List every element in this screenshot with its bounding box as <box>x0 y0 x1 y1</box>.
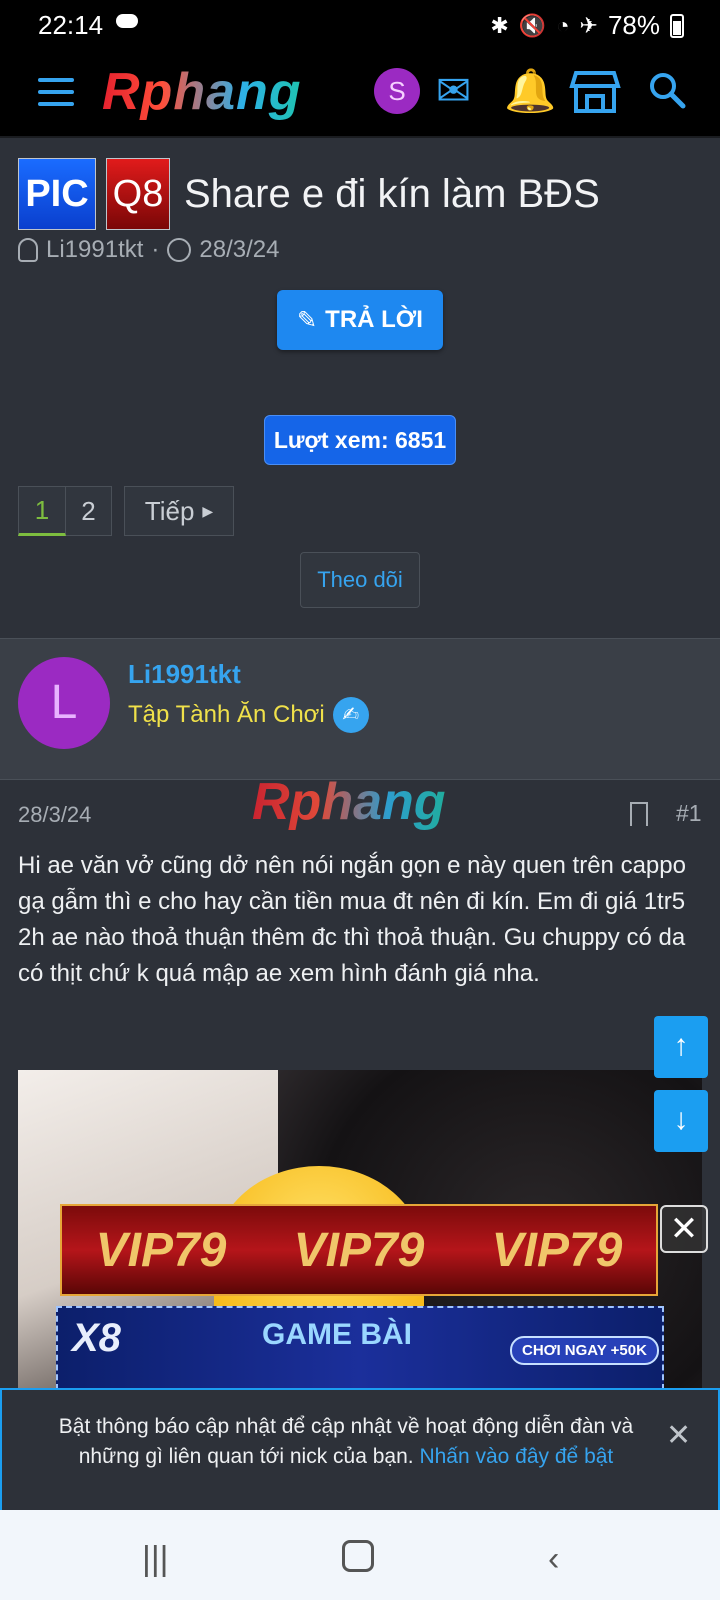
user-title-row: Tập Tành Ăn Chơi ✍ <box>128 697 369 733</box>
user-avatar[interactable]: L <box>18 657 110 749</box>
status-bar: 22:14 ✱ 🔇 ◔ ✈ 78% <box>0 0 720 52</box>
ad-cta: CHƠI NGAY +50K <box>510 1336 659 1365</box>
prefix-q8[interactable]: Q8 <box>106 158 170 230</box>
bookmark-icon[interactable] <box>630 802 648 826</box>
ad-banner-x8[interactable]: X8 GAME BÀI CHƠI NGAY +50K <box>56 1306 664 1390</box>
back-icon[interactable]: ‹ <box>548 1540 559 1579</box>
battery-icon <box>670 13 684 38</box>
ad-text: VIP79 <box>95 1223 227 1277</box>
user-icon <box>18 238 38 262</box>
site-logo[interactable]: Rphang <box>102 62 302 122</box>
store-icon[interactable] <box>568 70 622 125</box>
home-icon[interactable] <box>342 1540 374 1572</box>
scroll-down-button[interactable]: ↓ <box>654 1090 708 1152</box>
ad-banner-vip79[interactable]: VIP79 VIP79 VIP79 <box>60 1204 658 1296</box>
status-time: 22:14 <box>38 10 104 40</box>
user-title: Tập Tành Ăn Chơi <box>128 701 325 728</box>
airplane-icon: ✈ <box>579 12 598 38</box>
next-label: Tiếp <box>144 495 195 526</box>
page-title: Share e đi kín làm BĐS <box>184 171 600 216</box>
mail-icon[interactable]: ✉ <box>436 66 471 116</box>
post-number[interactable]: #1 <box>676 800 702 827</box>
ad-logo: X8 <box>72 1316 121 1360</box>
bluetooth-icon: ✱ <box>490 12 509 38</box>
reply-button[interactable]: ✎ TRẢ LỜI <box>277 290 443 350</box>
pencil-icon: ✎ <box>297 306 318 334</box>
post-user-bar: L Li1991tkt Tập Tành Ăn Chơi ✍ <box>0 638 720 780</box>
pagination: 1 2 Tiếp ▶ <box>18 486 234 536</box>
recents-icon[interactable]: ||| <box>142 1540 169 1579</box>
rank-badge-icon: ✍ <box>332 697 369 733</box>
thread-author[interactable]: Li1991tkt <box>46 236 143 264</box>
mute-icon: 🔇 <box>518 12 547 38</box>
app-header: Rphang S ✉ 🔔 <box>0 52 720 138</box>
menu-icon[interactable] <box>38 78 74 106</box>
cloud-icon <box>116 14 138 28</box>
thread-title-row: PIC Q8 Share e đi kín làm BĐS <box>18 158 708 230</box>
avatar[interactable]: S <box>374 68 420 114</box>
thread-date[interactable]: 28/3/24 <box>199 236 279 264</box>
ad-text: VIP79 <box>293 1223 425 1277</box>
prefix-pic[interactable]: PIC <box>18 158 96 230</box>
push-notice: Bật thông báo cập nhật để cập nhật về ho… <box>0 1388 720 1510</box>
post-body: Hi ae văn vở cũng dở nên nói ngắn gọn e … <box>18 852 686 987</box>
search-icon[interactable] <box>648 70 686 120</box>
watermark-logo: Rphang <box>252 773 446 831</box>
close-ad-icon[interactable]: ✕ <box>660 1205 708 1253</box>
battery-percent: 78% <box>607 10 660 40</box>
follow-button[interactable]: Theo dõi <box>300 552 420 608</box>
ad-text: VIP79 <box>491 1223 623 1277</box>
scroll-up-button[interactable]: ↑ <box>654 1016 708 1078</box>
close-icon[interactable]: ✕ <box>666 1418 691 1453</box>
post-date[interactable]: 28/3/24 <box>18 802 91 828</box>
status-icons: ✱ 🔇 ◔ ✈ 78% <box>490 10 684 41</box>
post-username[interactable]: Li1991tkt <box>128 659 241 690</box>
page-1-button[interactable]: 1 <box>18 486 66 536</box>
bell-icon[interactable]: 🔔 <box>504 66 556 116</box>
next-page-button[interactable]: Tiếp ▶ <box>124 486 234 536</box>
notice-text-block: Bật thông báo cập nhật để cập nhật về ho… <box>26 1412 666 1472</box>
wifi-icon: ◔ <box>556 12 570 38</box>
enable-notifications-link[interactable]: Nhấn vào đây để bật <box>419 1445 613 1468</box>
page-2-button[interactable]: 2 <box>66 486 112 536</box>
thread-meta: Li1991tkt · 28/3/24 <box>18 236 279 264</box>
ad-title: GAME BÀI <box>262 1318 412 1351</box>
views-badge: Lượt xem: 6851 <box>264 415 456 465</box>
reply-label: TRẢ LỜI <box>325 306 423 333</box>
system-nav-bar: ||| ‹ <box>0 1510 720 1600</box>
clock-icon <box>167 238 192 262</box>
caret-right-icon: ▶ <box>202 502 214 519</box>
